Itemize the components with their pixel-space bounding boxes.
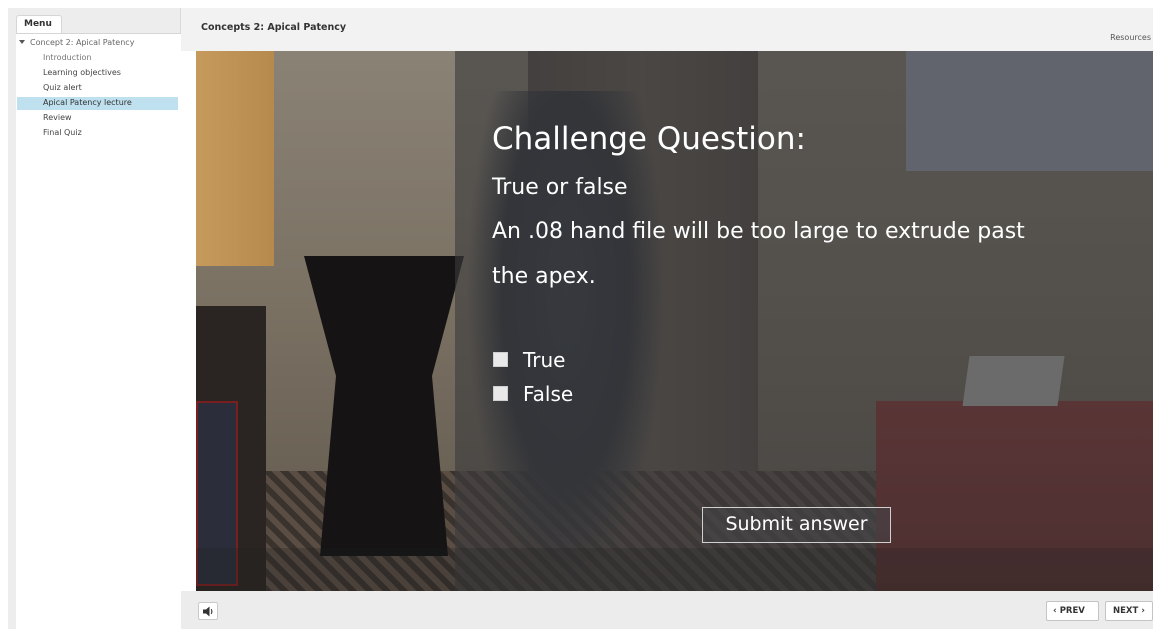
question-subtitle: True or false: [492, 175, 628, 200]
question-title: Challenge Question:: [492, 121, 806, 157]
player-footer: ‹ PREV NEXT ›: [181, 591, 1153, 629]
speaker-icon: [203, 606, 213, 617]
stage-bottom-shade: [196, 548, 1153, 591]
answer-label-false[interactable]: False: [523, 382, 573, 406]
caret-down-icon: [19, 40, 25, 44]
volume-button[interactable]: [198, 602, 218, 620]
menu-section-label: Concept 2: Apical Patency: [30, 38, 135, 47]
menu-panel: Concept 2: Apical Patency Introduction L…: [16, 33, 181, 629]
menu-item-quiz-alert[interactable]: Quiz alert: [17, 82, 178, 95]
background-wood-panel: [196, 51, 274, 266]
menu-tab[interactable]: Menu: [16, 15, 62, 33]
sidebar: Menu Concept 2: Apical Patency Introduct…: [8, 8, 181, 629]
next-label: NEXT: [1113, 606, 1139, 616]
prev-label: PREV: [1059, 606, 1085, 616]
chevron-right-icon: ›: [1141, 606, 1145, 616]
app-window: Menu Concept 2: Apical Patency Introduct…: [0, 0, 1153, 629]
chevron-left-icon: ‹: [1053, 606, 1057, 616]
menu-section-concept-2[interactable]: Concept 2: Apical Patency: [16, 38, 134, 50]
header-bar: Concepts 2: Apical Patency Resources: [181, 8, 1153, 51]
false-checkbox[interactable]: [493, 386, 508, 401]
answer-label-true[interactable]: True: [523, 348, 565, 372]
menu-item-introduction[interactable]: Introduction: [17, 52, 178, 65]
resources-link[interactable]: Resources: [1110, 33, 1151, 42]
question-text-line-1: An .08 hand file will be too large to ex…: [492, 219, 1025, 244]
menu-item-review[interactable]: Review: [17, 112, 178, 125]
question-text-line-2: the apex.: [492, 264, 596, 289]
menu-item-learning-objectives[interactable]: Learning objectives: [17, 67, 178, 80]
prev-button[interactable]: ‹ PREV: [1046, 601, 1099, 621]
true-checkbox[interactable]: [493, 352, 508, 367]
next-button[interactable]: NEXT ›: [1105, 601, 1153, 621]
menu-item-final-quiz[interactable]: Final Quiz: [17, 127, 178, 140]
submit-answer-button[interactable]: Submit answer: [702, 507, 891, 543]
menu-item-apical-patency-lecture[interactable]: Apical Patency lecture: [17, 97, 178, 110]
course-title: Concepts 2: Apical Patency: [201, 22, 347, 33]
slide-stage: Challenge Question: True or false An .08…: [196, 51, 1153, 591]
